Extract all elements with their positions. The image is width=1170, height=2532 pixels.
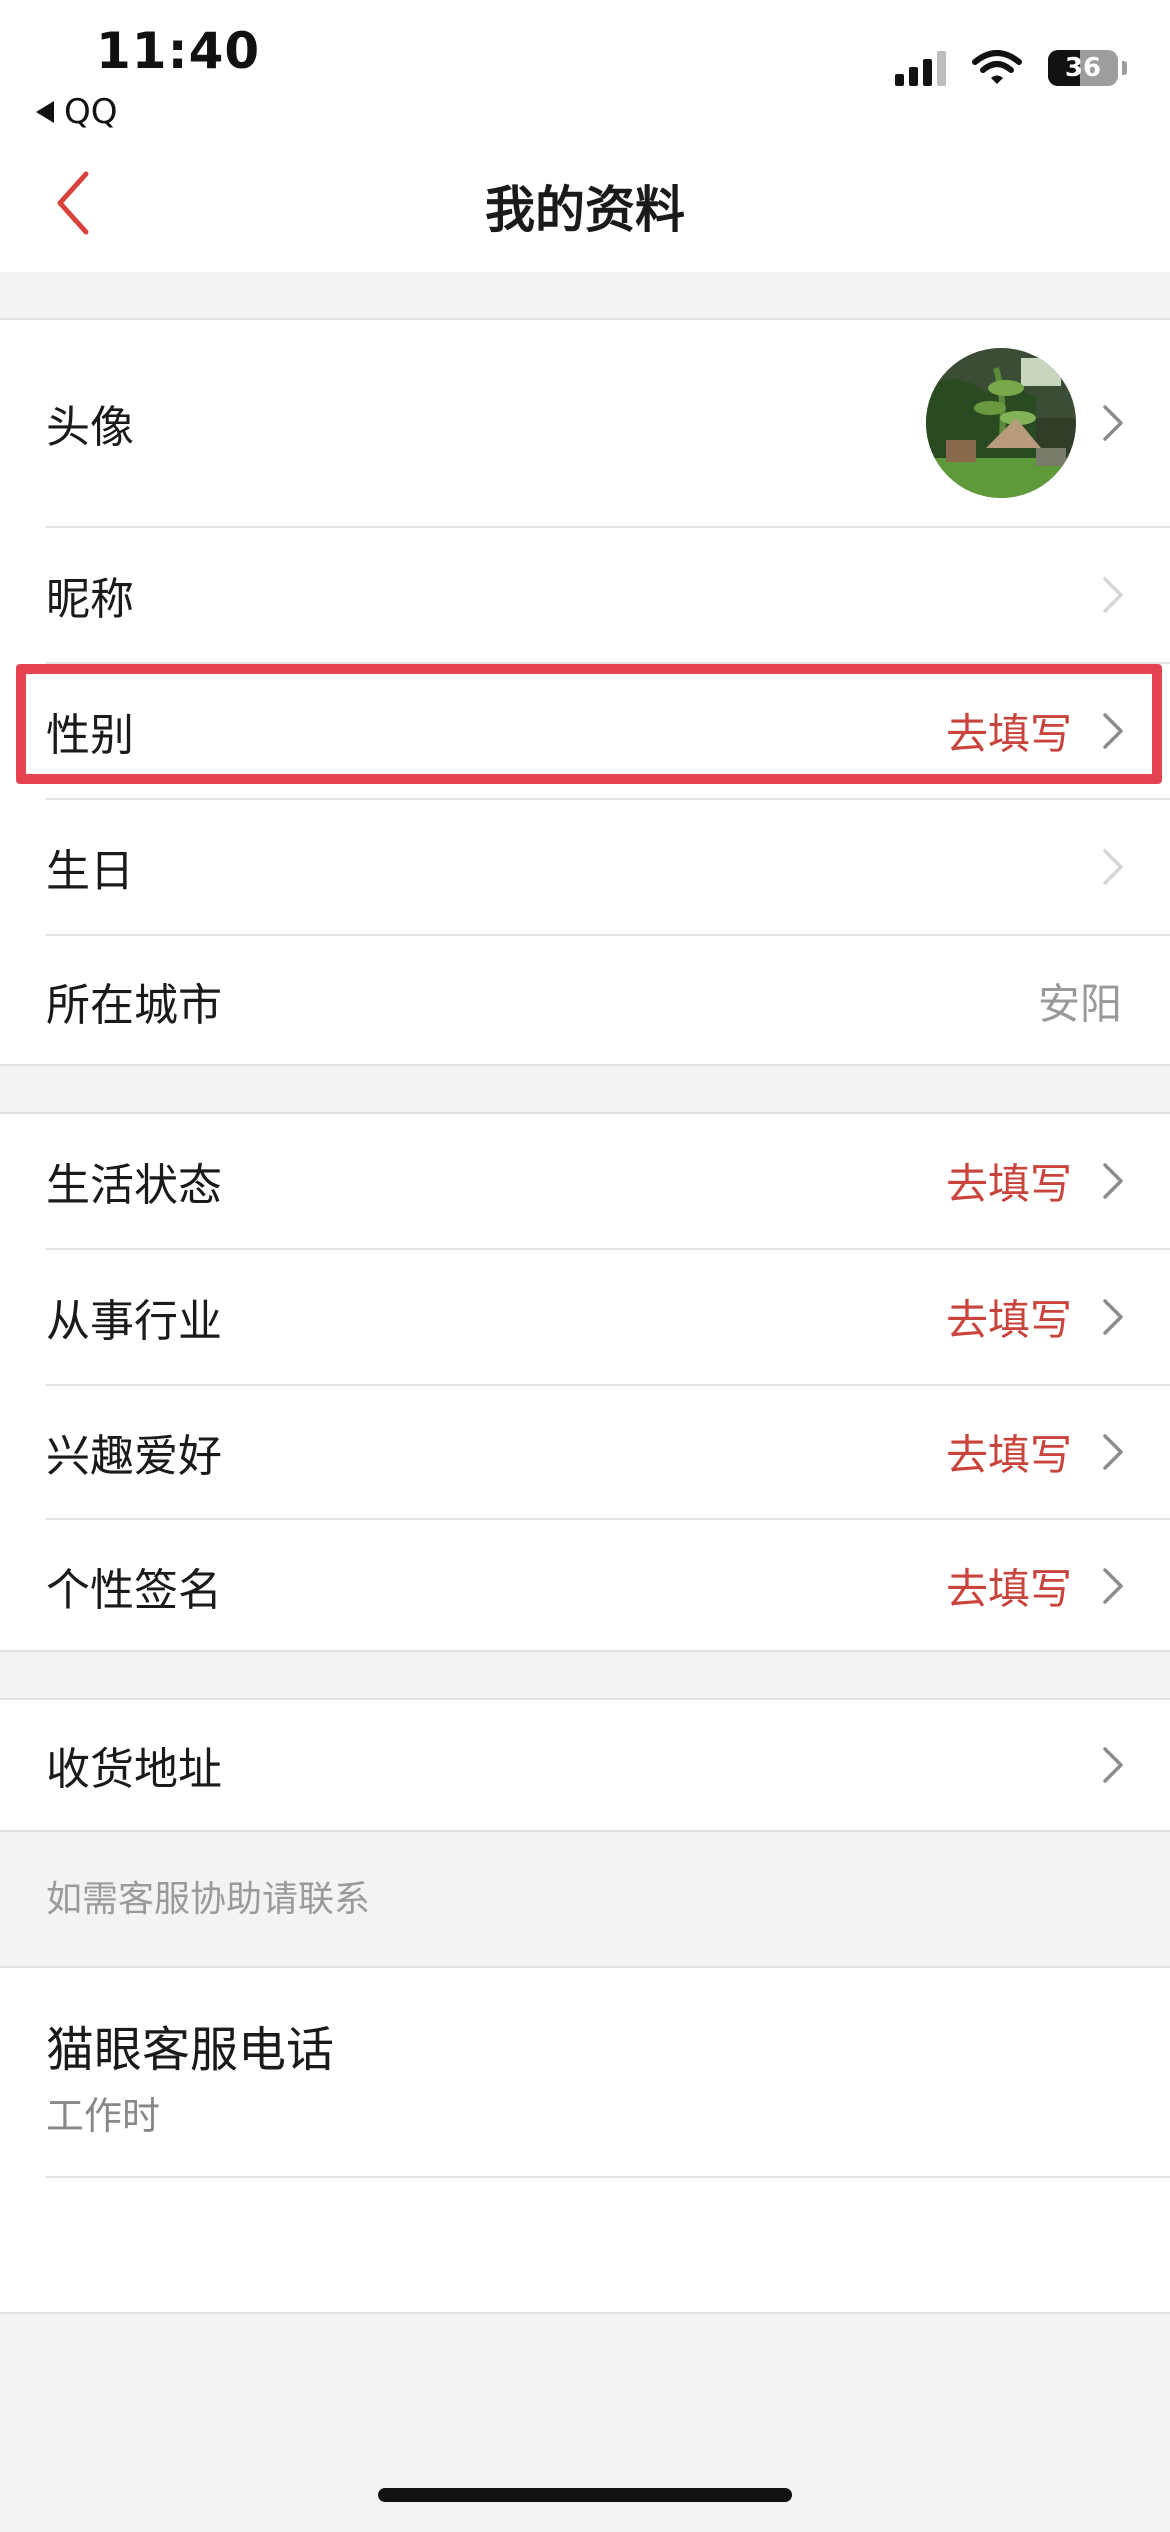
- signature-value: 去填写: [945, 1564, 1072, 1614]
- row-life-status[interactable]: 生活状态 去填写: [0, 1114, 1170, 1248]
- support-hint: 如需客服协助请联系: [46, 1879, 371, 1920]
- wifi-icon: [972, 50, 1022, 84]
- extended-profile-group: 生活状态 去填写 从事行业 去填写 兴趣爱好 去填写 个性签名 去填写: [0, 1112, 1170, 1652]
- chevron-right-icon: [1103, 577, 1123, 613]
- chevron-right-icon: [1103, 1163, 1123, 1199]
- city-value: 安阳: [1037, 979, 1122, 1029]
- industry-value: 去填写: [945, 1295, 1072, 1345]
- address-label: 收货地址: [46, 1744, 222, 1795]
- back-to-app-link[interactable]: QQ: [36, 92, 118, 132]
- customer-service-hours: 工作时: [46, 2094, 161, 2138]
- address-group: 收货地址: [0, 1698, 1170, 1832]
- signature-label: 个性签名: [46, 1565, 222, 1616]
- row-city[interactable]: 所在城市 安阳: [0, 936, 1170, 1066]
- row-address[interactable]: 收货地址: [0, 1700, 1170, 1830]
- home-indicator[interactable]: [378, 2488, 792, 2502]
- birthday-label: 生日: [46, 846, 134, 897]
- life-status-value: 去填写: [945, 1159, 1072, 1209]
- chevron-right-icon: [1103, 1747, 1123, 1783]
- chevron-right-icon: [1103, 1434, 1123, 1470]
- battery-level: 36: [1064, 53, 1102, 83]
- hobbies-value: 去填写: [945, 1430, 1072, 1480]
- row-signature[interactable]: 个性签名 去填写: [0, 1520, 1170, 1652]
- top-bar: 11:40 QQ 36 我的资料: [0, 0, 1170, 272]
- battery-icon: 36: [1048, 50, 1127, 86]
- customer-service-phone-title[interactable]: 猫眼客服电话: [46, 2010, 334, 2080]
- back-triangle-icon: [36, 101, 54, 123]
- row-hobbies[interactable]: 兴趣爱好 去填写: [0, 1386, 1170, 1518]
- chevron-right-icon: [1103, 849, 1123, 885]
- chevron-right-icon: [1103, 1568, 1123, 1604]
- nickname-label: 昵称: [46, 574, 134, 625]
- chevron-right-icon: [1103, 1299, 1123, 1335]
- chevron-right-icon: [1103, 405, 1123, 441]
- highlight-box: [16, 664, 1162, 784]
- life-status-label: 生活状态: [46, 1160, 222, 1211]
- city-label: 所在城市: [46, 980, 222, 1031]
- avatar-label: 头像: [46, 402, 134, 453]
- back-app-label: QQ: [64, 92, 118, 132]
- avatar[interactable]: [926, 348, 1076, 498]
- row-industry[interactable]: 从事行业 去填写: [0, 1250, 1170, 1384]
- page-title: 我的资料: [485, 181, 685, 239]
- status-time: 11:40: [96, 22, 261, 80]
- row-birthday[interactable]: 生日: [0, 800, 1170, 934]
- row-nickname[interactable]: 昵称: [0, 528, 1170, 662]
- status-icons: 36: [895, 50, 1127, 86]
- cellular-signal-icon: [895, 50, 946, 86]
- hobbies-label: 兴趣爱好: [46, 1431, 222, 1482]
- industry-label: 从事行业: [46, 1296, 222, 1347]
